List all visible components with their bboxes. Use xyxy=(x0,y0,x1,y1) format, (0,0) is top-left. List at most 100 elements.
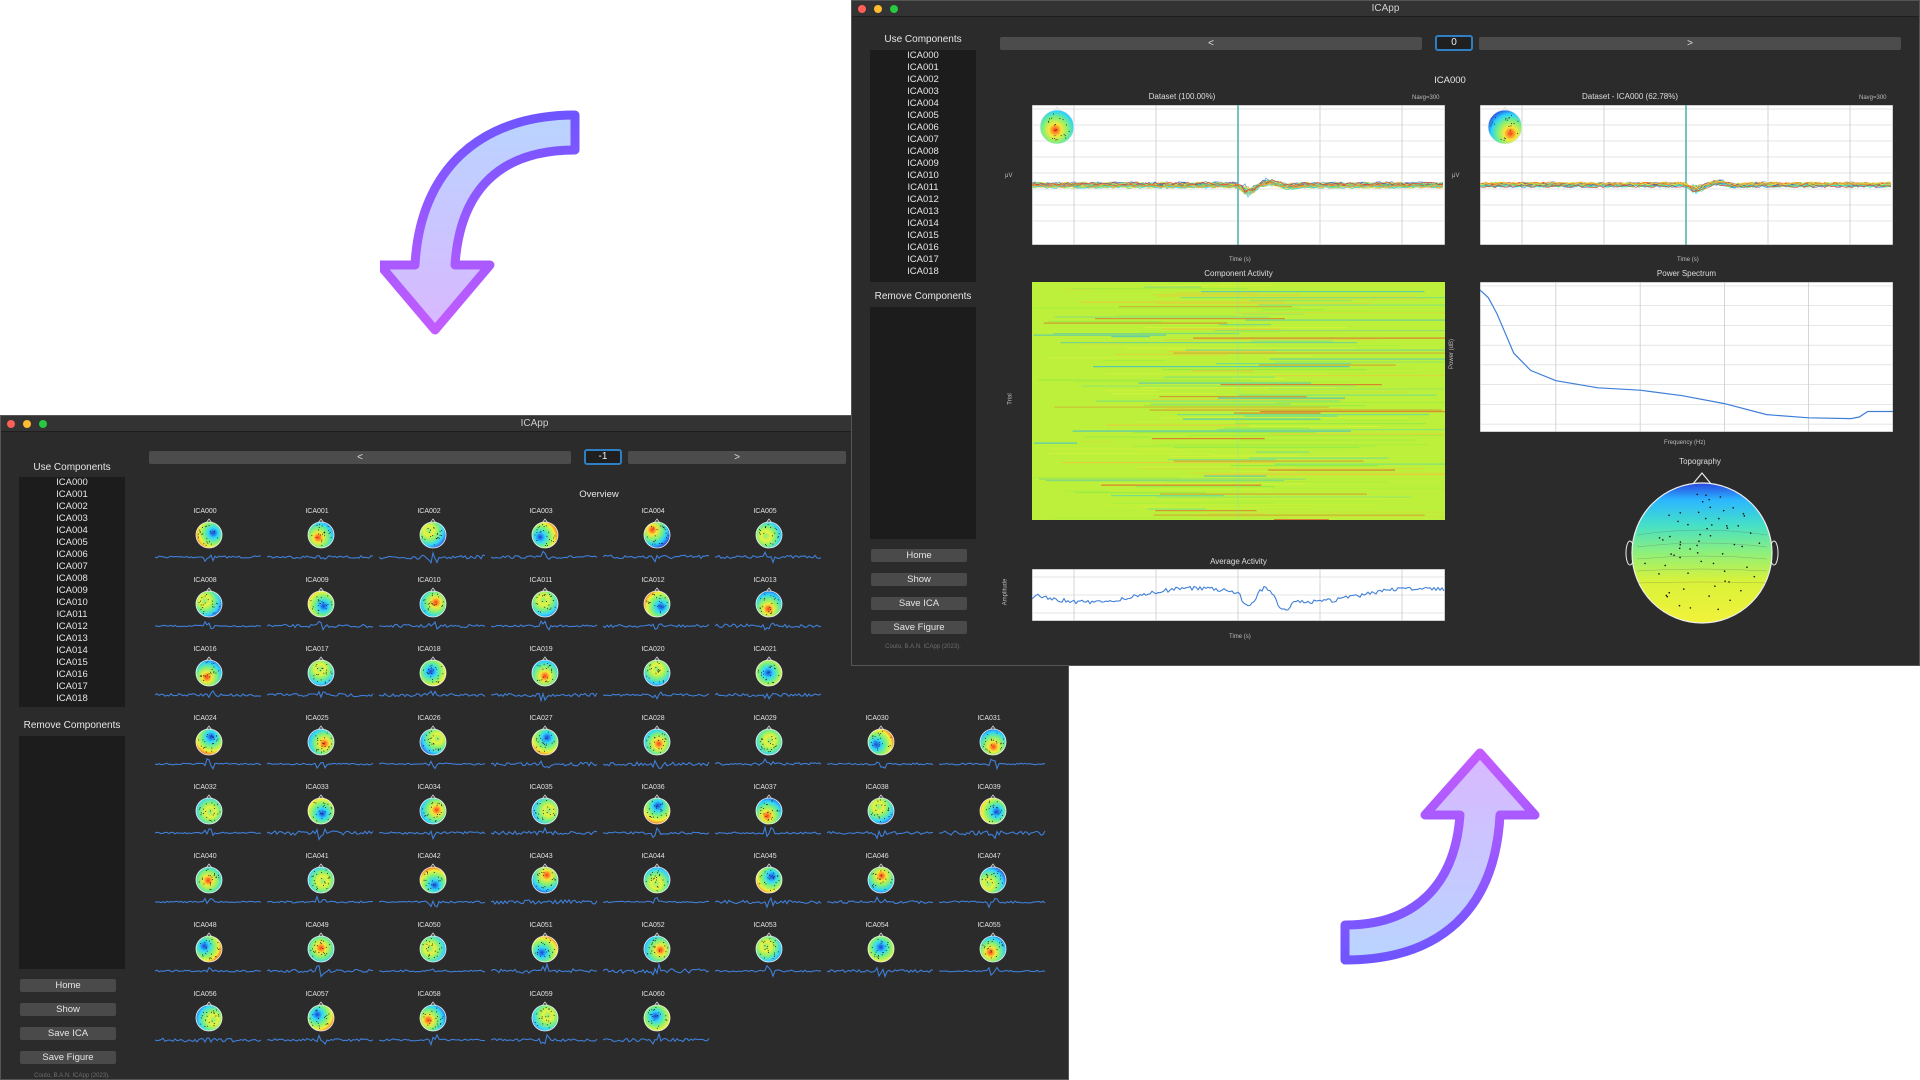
component-thumbnail[interactable]: ICA052 xyxy=(603,922,715,991)
minimize-window-button[interactable] xyxy=(874,5,882,13)
component-thumbnail[interactable]: ICA039 xyxy=(939,784,1051,853)
component-list-item[interactable]: ICA016 xyxy=(870,242,976,254)
component-list-item[interactable]: ICA016 xyxy=(19,669,125,681)
component-list-item[interactable]: ICA004 xyxy=(19,525,125,537)
component-thumbnail[interactable]: ICA024 xyxy=(155,715,267,784)
component-list-item[interactable]: ICA002 xyxy=(19,501,125,513)
component-thumbnail[interactable]: ICA054 xyxy=(827,922,939,991)
component-thumbnail[interactable]: ICA049 xyxy=(267,922,379,991)
component-index-field[interactable]: 0 xyxy=(1435,35,1473,51)
component-list-item[interactable]: ICA003 xyxy=(870,86,976,98)
component-thumbnail[interactable]: ICA035 xyxy=(491,784,603,853)
component-thumbnail[interactable]: ICA048 xyxy=(155,922,267,991)
maximize-window-button[interactable] xyxy=(39,420,47,428)
component-thumbnail[interactable]: ICA019 xyxy=(491,646,603,715)
component-list-item[interactable]: ICA006 xyxy=(870,122,976,134)
component-list-item[interactable]: ICA005 xyxy=(870,110,976,122)
component-thumbnail[interactable]: ICA011 xyxy=(491,577,603,646)
maximize-window-button[interactable] xyxy=(890,5,898,13)
component-list-item[interactable]: ICA007 xyxy=(870,134,976,146)
save-ica-button[interactable]: Save ICA xyxy=(20,1027,116,1040)
component-thumbnail[interactable]: ICA029 xyxy=(715,715,827,784)
save-ica-button[interactable]: Save ICA xyxy=(871,597,967,610)
component-thumbnail[interactable]: ICA009 xyxy=(267,577,379,646)
component-thumbnail[interactable]: ICA060 xyxy=(603,991,715,1060)
component-thumbnail[interactable]: ICA020 xyxy=(603,646,715,715)
component-thumbnail[interactable]: ICA057 xyxy=(267,991,379,1060)
component-list-item[interactable]: ICA009 xyxy=(870,158,976,170)
component-thumbnail[interactable]: ICA050 xyxy=(379,922,491,991)
next-component-button[interactable]: > xyxy=(1479,37,1901,50)
close-window-button[interactable] xyxy=(858,5,866,13)
component-thumbnail[interactable]: ICA047 xyxy=(939,853,1051,922)
component-thumbnail[interactable]: ICA021 xyxy=(715,646,827,715)
component-thumbnail[interactable]: ICA046 xyxy=(827,853,939,922)
component-thumbnail[interactable]: ICA018 xyxy=(379,646,491,715)
component-list-item[interactable]: ICA006 xyxy=(19,549,125,561)
component-thumbnail[interactable]: ICA008 xyxy=(155,577,267,646)
component-thumbnail[interactable]: ICA038 xyxy=(827,784,939,853)
use-components-list[interactable]: ICA000 ICA001 ICA002 ICA003 ICA004 ICA005 ICA0… xyxy=(19,477,125,707)
component-list-item[interactable]: ICA014 xyxy=(19,645,125,657)
component-thumbnail[interactable]: ICA016 xyxy=(155,646,267,715)
component-list-item[interactable]: ICA008 xyxy=(870,146,976,158)
component-thumbnail[interactable]: ICA036 xyxy=(603,784,715,853)
component-list-item[interactable]: ICA004 xyxy=(870,98,976,110)
component-thumbnail[interactable]: ICA044 xyxy=(603,853,715,922)
next-component-button[interactable]: > xyxy=(628,451,846,464)
show-button[interactable]: Show xyxy=(871,573,967,586)
component-thumbnail[interactable]: ICA025 xyxy=(267,715,379,784)
component-list-item[interactable]: ICA011 xyxy=(870,182,976,194)
component-thumbnail[interactable]: ICA037 xyxy=(715,784,827,853)
component-thumbnail[interactable]: ICA053 xyxy=(715,922,827,991)
component-list-item[interactable]: ICA008 xyxy=(19,573,125,585)
remove-components-list[interactable] xyxy=(870,307,976,539)
component-thumbnail[interactable]: ICA041 xyxy=(267,853,379,922)
component-list-item[interactable]: ICA003 xyxy=(19,513,125,525)
component-thumbnail[interactable]: ICA002 xyxy=(379,508,491,577)
component-list-item[interactable]: ICA015 xyxy=(19,657,125,669)
component-thumbnail[interactable]: ICA040 xyxy=(155,853,267,922)
component-list-item[interactable]: ICA002 xyxy=(870,74,976,86)
component-thumbnail[interactable]: ICA056 xyxy=(155,991,267,1060)
component-thumbnail[interactable]: ICA034 xyxy=(379,784,491,853)
component-list-item[interactable]: ICA012 xyxy=(19,621,125,633)
component-thumbnail[interactable]: ICA027 xyxy=(491,715,603,784)
component-thumbnail[interactable]: ICA051 xyxy=(491,922,603,991)
component-thumbnail[interactable]: ICA033 xyxy=(267,784,379,853)
component-list-item[interactable]: ICA013 xyxy=(870,206,976,218)
component-thumbnail[interactable]: ICA010 xyxy=(379,577,491,646)
component-list-item[interactable]: ICA018 xyxy=(870,266,976,278)
component-list-item[interactable]: ICA001 xyxy=(870,62,976,74)
component-thumbnail[interactable]: ICA012 xyxy=(603,577,715,646)
component-list-item[interactable]: ICA010 xyxy=(870,170,976,182)
component-list-item[interactable]: ICA001 xyxy=(19,489,125,501)
minimize-window-button[interactable] xyxy=(23,420,31,428)
component-list-item[interactable]: ICA000 xyxy=(19,477,125,489)
component-thumbnail[interactable]: ICA000 xyxy=(155,508,267,577)
component-list-item[interactable]: ICA013 xyxy=(19,633,125,645)
remove-components-list[interactable] xyxy=(19,736,125,969)
save-figure-button[interactable]: Save Figure xyxy=(871,621,967,634)
component-thumbnail[interactable]: ICA032 xyxy=(155,784,267,853)
close-window-button[interactable] xyxy=(7,420,15,428)
component-thumbnail[interactable]: ICA005 xyxy=(715,508,827,577)
home-button[interactable]: Home xyxy=(20,979,116,992)
component-thumbnail[interactable]: ICA045 xyxy=(715,853,827,922)
component-thumbnail[interactable]: ICA001 xyxy=(267,508,379,577)
component-list-item[interactable]: ICA005 xyxy=(19,537,125,549)
component-list-item[interactable]: ICA000 xyxy=(870,50,976,62)
component-list-item[interactable]: ICA010 xyxy=(19,597,125,609)
component-list-item[interactable]: ICA015 xyxy=(870,230,976,242)
component-thumbnail[interactable]: ICA026 xyxy=(379,715,491,784)
component-thumbnail[interactable]: ICA055 xyxy=(939,922,1051,991)
component-thumbnail[interactable]: ICA030 xyxy=(827,715,939,784)
component-list-item[interactable]: ICA011 xyxy=(19,609,125,621)
component-list-item[interactable]: ICA018 xyxy=(19,693,125,705)
component-list-item[interactable]: ICA017 xyxy=(870,254,976,266)
component-thumbnail[interactable]: ICA003 xyxy=(491,508,603,577)
component-index-field[interactable]: -1 xyxy=(584,449,622,465)
component-list-item[interactable]: ICA017 xyxy=(19,681,125,693)
component-thumbnail[interactable]: ICA043 xyxy=(491,853,603,922)
component-list-item[interactable]: ICA007 xyxy=(19,561,125,573)
